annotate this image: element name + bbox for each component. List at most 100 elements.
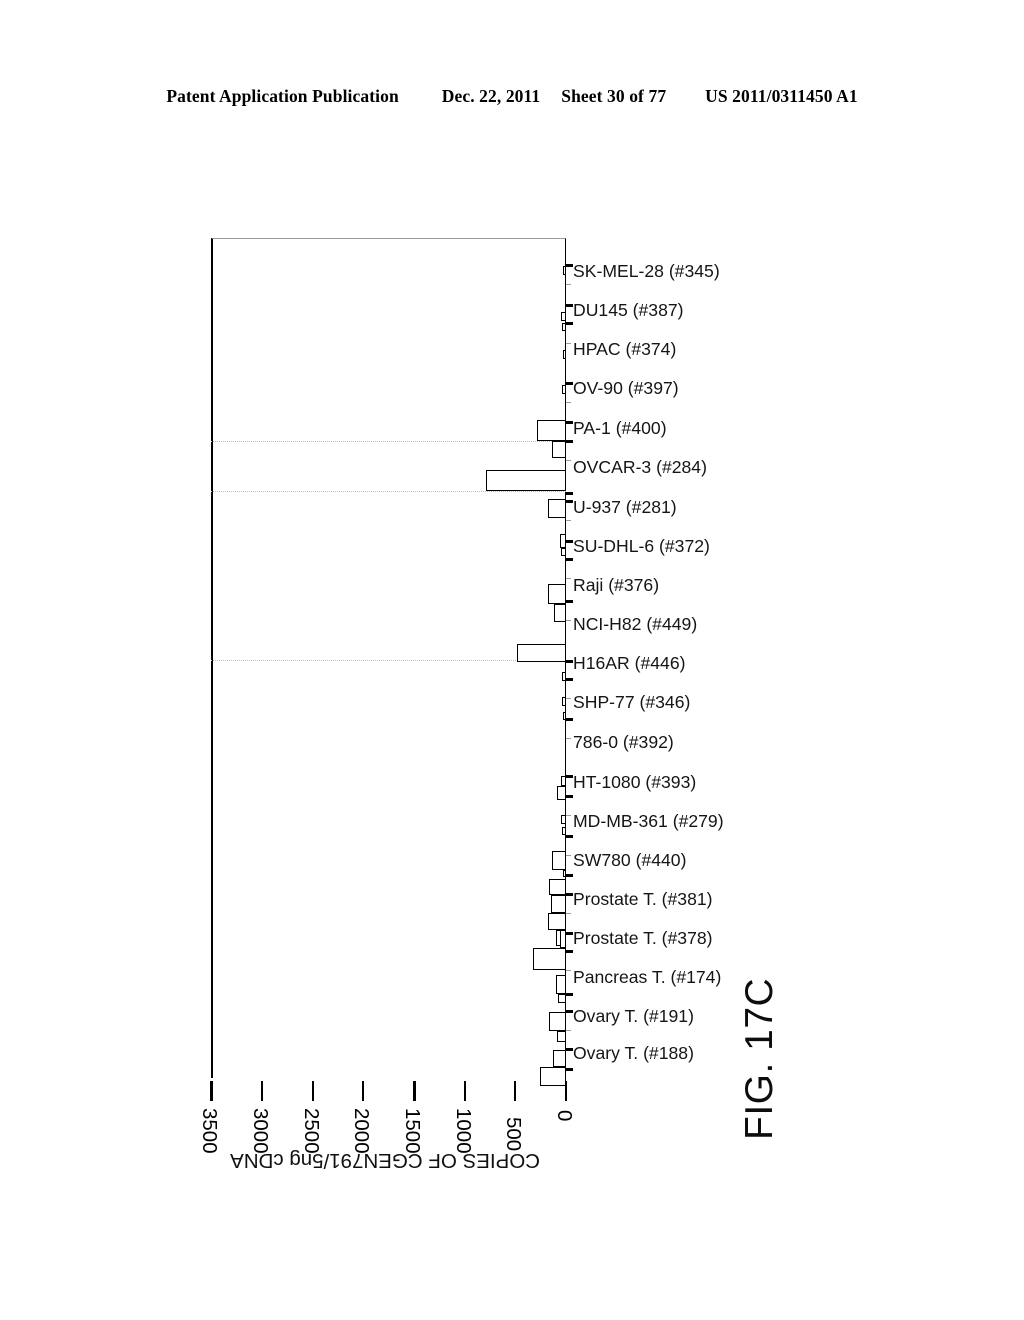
category-label-ovcar-3: OVCAR-3 (#284) [573, 457, 707, 477]
category-label-u-937: U-937 (#281) [573, 497, 677, 517]
bar [556, 975, 566, 994]
bar [552, 851, 566, 870]
bar [557, 786, 566, 800]
bar [552, 441, 566, 458]
category-label-sw780: SW780 (#440) [573, 850, 687, 870]
guide-line [211, 491, 566, 492]
category-tick [566, 738, 571, 740]
category-label-raji: Raji (#376) [573, 575, 660, 595]
category-tick [566, 893, 573, 897]
category-tick [566, 304, 573, 308]
bar [554, 604, 566, 622]
category-label-pancreas-174: Pancreas T. (#174) [573, 967, 722, 987]
bar [551, 895, 566, 913]
category-tick [566, 835, 573, 839]
category-label-su-dhl-6: SU-DHL-6 (#372) [573, 536, 710, 556]
bar [548, 499, 566, 518]
category-label-pa-1: PA-1 (#400) [573, 418, 667, 438]
category-tick [566, 578, 571, 580]
bar [562, 385, 566, 394]
bar [562, 827, 566, 835]
category-label-du145: DU145 (#387) [573, 300, 684, 320]
bar [561, 312, 566, 321]
value-tick [210, 1081, 214, 1101]
category-label-prostate-378: Prostate T. (#378) [573, 928, 713, 948]
bar [548, 913, 566, 930]
value-label-0: 0 [553, 1110, 576, 1122]
category-tick [566, 284, 571, 286]
category-tick [566, 600, 573, 604]
category-label-786-0: 786-0 (#392) [573, 732, 674, 752]
category-tick [566, 660, 573, 664]
bar [553, 1050, 566, 1067]
category-tick [566, 932, 573, 936]
category-tick [566, 795, 573, 799]
guide-line [211, 441, 566, 442]
value-tick [312, 1081, 315, 1101]
category-tick [566, 1068, 573, 1072]
category-tick [566, 855, 571, 857]
category-label-ov-90: OV-90 (#397) [573, 378, 679, 398]
category-tick [566, 620, 571, 622]
guide-line [211, 660, 566, 661]
category-tick [566, 1010, 573, 1014]
category-tick [566, 421, 573, 425]
value-label-500: 500 [502, 1117, 525, 1152]
category-tick [566, 322, 573, 326]
bar [533, 948, 566, 970]
bar [561, 548, 566, 556]
category-tick [566, 402, 571, 404]
category-label-sk-mel-28: SK-MEL-28 (#345) [573, 261, 720, 281]
bar [549, 1012, 566, 1031]
bar [557, 1031, 566, 1042]
category-tick [566, 698, 571, 700]
value-tick [464, 1081, 467, 1101]
category-label-ovary-191: Ovary T. (#191) [573, 1006, 694, 1026]
value-tick [565, 1081, 568, 1101]
category-tick [566, 950, 573, 954]
category-label-hpac: HPAC (#374) [573, 339, 677, 359]
value-label-2500: 2500 [300, 1108, 323, 1154]
category-tick [566, 970, 571, 972]
bar [537, 420, 566, 441]
category-label-prostate-381: Prostate T. (#381) [573, 889, 713, 909]
category-tick [566, 440, 573, 444]
value-label-3500: 3500 [198, 1108, 221, 1154]
category-tick [566, 264, 573, 268]
value-tick [413, 1081, 417, 1101]
category-tick [566, 718, 573, 722]
value-label-3000: 3000 [249, 1108, 272, 1154]
category-tick [566, 1030, 571, 1032]
category-tick [566, 492, 573, 496]
category-tick [566, 540, 573, 544]
category-tick [566, 913, 571, 915]
value-tick [261, 1081, 264, 1101]
category-tick [566, 500, 573, 504]
value-label-1500: 1500 [401, 1108, 424, 1154]
category-label-md-mb-361: MD-MB-361 (#279) [573, 811, 724, 831]
category-tick [566, 874, 573, 878]
category-label-nci-h82: NCI-H82 (#449) [573, 614, 698, 634]
value-label-2000: 2000 [350, 1108, 373, 1154]
plot-area [211, 238, 566, 1078]
figure-17c: SK-MEL-28 (#345) DU145 (#387) HPAC (#374… [0, 0, 1024, 1320]
category-tick [566, 815, 571, 817]
category-label-shp-77: SHP-77 (#346) [573, 692, 691, 712]
figure-caption: FIG. 17C [738, 977, 781, 1140]
category-label-ovary-188: Ovary T. (#188) [573, 1043, 694, 1063]
value-label-1000: 1000 [452, 1108, 475, 1154]
category-tick [566, 382, 573, 386]
value-tick [362, 1081, 365, 1101]
bar [540, 1067, 566, 1086]
category-tick [566, 460, 571, 462]
bar [563, 350, 566, 359]
category-tick [566, 343, 571, 345]
axis-title: COPIES OF CGEN791/5ng cDNA [230, 1149, 540, 1172]
category-tick [566, 993, 573, 997]
bar [561, 815, 566, 824]
bar [486, 470, 566, 491]
category-tick [566, 558, 573, 562]
category-label-h16ar: H16AR (#446) [573, 653, 686, 673]
category-tick [566, 678, 573, 682]
bar [558, 994, 566, 1003]
